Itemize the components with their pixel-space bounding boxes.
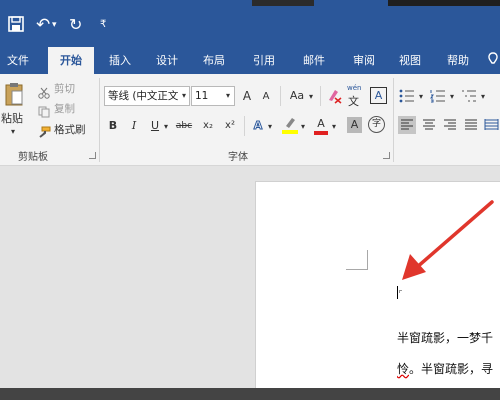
tab-help[interactable]: 帮助: [444, 47, 472, 74]
bullets-dropdown-icon[interactable]: ▾: [419, 90, 423, 104]
tab-references[interactable]: 引用: [250, 47, 278, 74]
superscript-button[interactable]: x²: [222, 117, 238, 135]
redo-icon[interactable]: ↻: [69, 14, 83, 36]
phonetic-guide-bottom: 文: [348, 95, 359, 108]
font-size-value: 11: [195, 90, 209, 102]
undo-dropdown-icon[interactable]: ▾: [52, 14, 60, 36]
document-line-1: 半窗疏影，一梦千: [397, 331, 494, 345]
paragraph-mark: [399, 290, 402, 293]
underline-dropdown-icon[interactable]: ▾: [164, 120, 168, 134]
document-line-2: 怜。半窗疏影，寻: [397, 360, 493, 377]
character-shading-button[interactable]: A: [347, 117, 362, 133]
font-separator: [320, 86, 321, 106]
enclose-characters-button[interactable]: 字: [368, 116, 385, 133]
paste-label: 粘贴: [1, 112, 23, 125]
justify-icon[interactable]: [462, 116, 480, 134]
bullets-icon[interactable]: [399, 88, 415, 103]
highlight-icon[interactable]: [282, 116, 298, 134]
document-line-2-rest: 。半窗疏影，寻: [409, 362, 494, 376]
align-center-icon[interactable]: [420, 116, 438, 134]
cut-icon[interactable]: [38, 84, 50, 99]
format-painter-button[interactable]: 格式刷: [54, 123, 86, 137]
spellcheck-word: 怜: [397, 362, 410, 376]
text-effects-button[interactable]: A: [251, 117, 265, 135]
cut-button[interactable]: 剪切: [54, 82, 75, 96]
title-bar-strip-right: [388, 0, 500, 6]
align-left-button[interactable]: [398, 116, 416, 134]
format-painter-icon[interactable]: [37, 123, 51, 138]
bold-button[interactable]: B: [106, 117, 120, 135]
group-separator: [393, 78, 394, 162]
font-name-dropdown[interactable]: 等线 (中文正文: [104, 86, 190, 106]
font-size-dropdown-icon[interactable]: ▾: [226, 89, 230, 103]
annotation-arrow: [396, 198, 500, 288]
tab-file[interactable]: 文件: [0, 47, 36, 74]
numbering-dropdown-icon[interactable]: ▾: [450, 90, 454, 104]
grow-font-button[interactable]: A: [240, 87, 254, 105]
title-bar-strip: [252, 0, 314, 6]
character-border-button[interactable]: A: [370, 87, 387, 104]
strikethrough-button[interactable]: abc: [173, 117, 195, 135]
tab-layout[interactable]: 布局: [200, 47, 228, 74]
multilevel-list-icon[interactable]: [461, 88, 477, 102]
status-bar: [0, 388, 500, 400]
shrink-font-button[interactable]: A: [260, 88, 272, 106]
clipboard-dialog-launcher-icon[interactable]: [89, 152, 96, 159]
clipboard-icon: [5, 82, 23, 106]
multilevel-list-dropdown-icon[interactable]: ▾: [481, 90, 485, 104]
customize-quick-access-icon[interactable]: ₹: [100, 14, 110, 36]
copy-icon[interactable]: [38, 103, 50, 118]
font-group-label: 字体: [228, 152, 248, 163]
tab-view[interactable]: 视图: [396, 47, 424, 74]
copy-button[interactable]: 复制: [54, 102, 75, 116]
save-icon[interactable]: [8, 16, 24, 32]
undo-icon[interactable]: ↶: [36, 14, 50, 36]
group-separator: [99, 78, 100, 162]
tell-me-icon[interactable]: [486, 52, 500, 68]
font-dialog-launcher-icon[interactable]: [383, 152, 390, 159]
font-name-dropdown-icon[interactable]: ▾: [182, 89, 186, 103]
clear-formatting-icon[interactable]: [326, 88, 342, 104]
paste-dropdown-icon[interactable]: ▾: [11, 125, 15, 139]
font-separator: [280, 86, 281, 106]
align-right-icon[interactable]: [441, 116, 459, 134]
font-name-value: 等线 (中文正文: [108, 90, 179, 102]
numbering-icon[interactable]: [430, 88, 446, 103]
align-left-icon: [401, 119, 413, 130]
font-separator: [244, 116, 245, 136]
underline-button[interactable]: U: [149, 117, 161, 135]
text-effects-dropdown-icon[interactable]: ▾: [268, 120, 272, 134]
tab-review[interactable]: 审阅: [350, 47, 378, 74]
distributed-icon[interactable]: [483, 116, 500, 134]
highlight-dropdown-icon[interactable]: ▾: [301, 120, 305, 134]
margin-corner-mark: [346, 250, 368, 270]
change-case-dropdown-icon[interactable]: ▾: [309, 90, 313, 104]
change-case-button[interactable]: Aa: [286, 87, 308, 105]
font-color-bar: [314, 131, 328, 135]
tab-home[interactable]: 开始: [48, 47, 94, 74]
phonetic-guide-top: wén: [347, 84, 362, 92]
font-color-dropdown-icon[interactable]: ▾: [332, 120, 336, 134]
subscript-button[interactable]: x₂: [200, 117, 216, 135]
italic-button[interactable]: I: [128, 117, 140, 135]
paste-button[interactable]: 粘贴 ▾: [0, 80, 30, 136]
clipboard-group-label: 剪贴板: [18, 152, 48, 163]
tab-design[interactable]: 设计: [152, 47, 182, 74]
phonetic-guide-button[interactable]: wén 文: [346, 84, 364, 108]
tab-mailings[interactable]: 邮件: [300, 47, 328, 74]
tab-insert[interactable]: 插入: [106, 47, 134, 74]
